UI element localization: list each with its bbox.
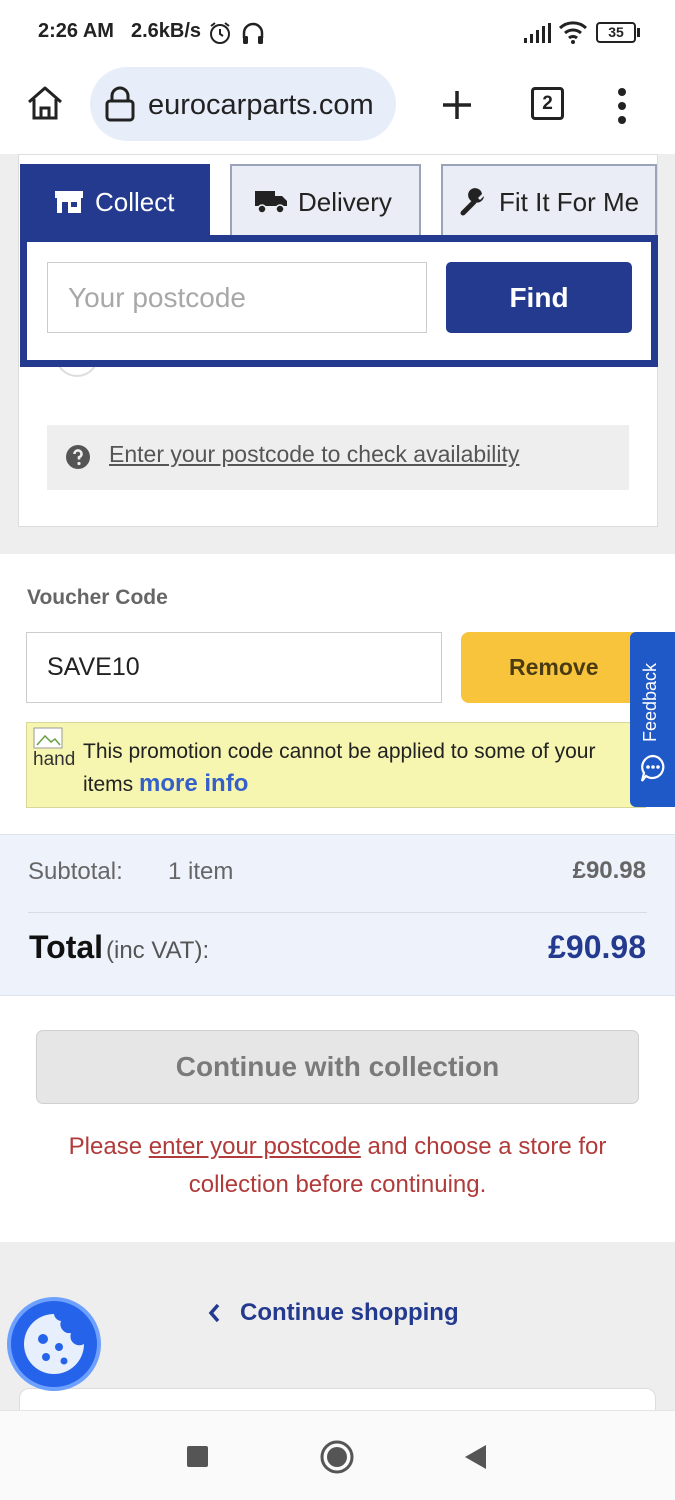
subtotal-item-count: 1 item <box>168 858 234 885</box>
home-icon[interactable] <box>24 82 66 124</box>
lock-icon <box>105 86 135 122</box>
total-value: £90.98 <box>548 929 646 965</box>
totals-divider <box>28 912 647 913</box>
tab-count: 2 <box>542 93 553 114</box>
new-tab-icon[interactable] <box>440 88 474 122</box>
recents-button[interactable] <box>187 1446 208 1467</box>
tab-collect-label: Collect <box>95 187 175 217</box>
order-totals: Subtotal: 1 item £90.98 Total (inc VAT):… <box>0 834 675 996</box>
battery-indicator: 35 <box>596 22 636 43</box>
more-info-link[interactable]: more info <box>139 770 248 797</box>
status-speed: 2.6kB/s <box>131 20 202 42</box>
continue-shopping-link[interactable]: Continue shopping <box>240 1299 459 1327</box>
feedback-tab[interactable]: Feedback <box>630 632 675 807</box>
wifi-icon <box>558 21 588 44</box>
voucher-label: Voucher Code <box>27 586 168 609</box>
wrench-icon <box>460 188 484 216</box>
voucher-code-input[interactable] <box>26 632 442 703</box>
availability-link[interactable]: Enter your postcode to check availabilit… <box>109 441 519 468</box>
page-content: Collect Delivery Fit It For Me Find <box>0 154 675 1410</box>
help-icon <box>66 445 90 469</box>
tab-collect[interactable]: Collect <box>20 164 210 236</box>
signal-icon <box>524 23 551 43</box>
battery-tip <box>637 28 640 37</box>
menu-icon[interactable] <box>612 86 632 126</box>
cookie-icon <box>24 1314 84 1374</box>
availability-notice: Enter your postcode to check availabilit… <box>47 425 629 490</box>
subtotal-label: Subtotal: <box>28 858 123 885</box>
status-time: 2:26 AM <box>38 20 114 42</box>
broken-image-icon: hand <box>33 727 81 773</box>
url-text: eurocarparts.com <box>148 89 374 121</box>
continue-with-collection-button[interactable]: Continue with collection <box>36 1030 639 1104</box>
warning-text-start: Please <box>68 1133 149 1160</box>
store-icon <box>55 191 83 213</box>
alarm-icon <box>210 22 230 44</box>
broken-image-alt: hand <box>33 749 76 770</box>
home-nav-button[interactable] <box>318 1438 356 1476</box>
feedback-icon <box>640 754 665 782</box>
tab-switcher-button[interactable]: 2 <box>531 87 564 120</box>
remove-voucher-button[interactable]: Remove <box>461 632 646 703</box>
postcode-warning: Please enter your postcode and choose a … <box>30 1128 645 1204</box>
status-bar: 2:26 AM 2.6kB/s 35 <box>0 0 675 62</box>
checkout-section: Continue with collection Please enter yo… <box>0 996 675 1242</box>
postcode-input[interactable] <box>47 262 427 333</box>
postcode-search: Find <box>20 235 658 367</box>
battery-level: 35 <box>608 24 624 40</box>
voucher-section: Voucher Code Remove hand This promotion … <box>0 554 675 834</box>
tab-fit-it-for-me[interactable]: Fit It For Me <box>441 164 657 236</box>
cookie-settings-button[interactable] <box>7 1297 101 1391</box>
address-bar[interactable]: eurocarparts.com <box>90 67 396 141</box>
subtotal-value: £90.98 <box>572 857 646 884</box>
truck-icon <box>255 191 287 214</box>
enter-postcode-link[interactable]: enter your postcode <box>149 1133 361 1160</box>
tab-fit-label: Fit It For Me <box>499 187 640 217</box>
find-button[interactable]: Find <box>446 262 632 333</box>
promo-warning: hand This promotion code cannot be appli… <box>26 722 646 808</box>
fulfilment-card: Collect Delivery Fit It For Me Find <box>18 154 658 527</box>
browser-toolbar: eurocarparts.com 2 <box>0 62 675 154</box>
tab-delivery[interactable]: Delivery <box>230 164 421 236</box>
continue-shopping-section: Continue shopping <box>0 1242 675 1410</box>
back-nav-button[interactable] <box>462 1443 488 1471</box>
chevron-left-icon <box>208 1303 220 1323</box>
system-nav-bar <box>0 1410 675 1500</box>
promo-message: This promotion code cannot be applied to… <box>83 736 603 801</box>
headphones-icon <box>242 22 264 44</box>
tab-delivery-label: Delivery <box>298 187 392 217</box>
footer-card <box>19 1388 656 1410</box>
feedback-label: Feedback <box>640 662 660 742</box>
image-placeholder-icon <box>33 727 63 749</box>
total-vat-note: (inc VAT): <box>106 937 210 964</box>
total-label: Total <box>29 929 104 965</box>
